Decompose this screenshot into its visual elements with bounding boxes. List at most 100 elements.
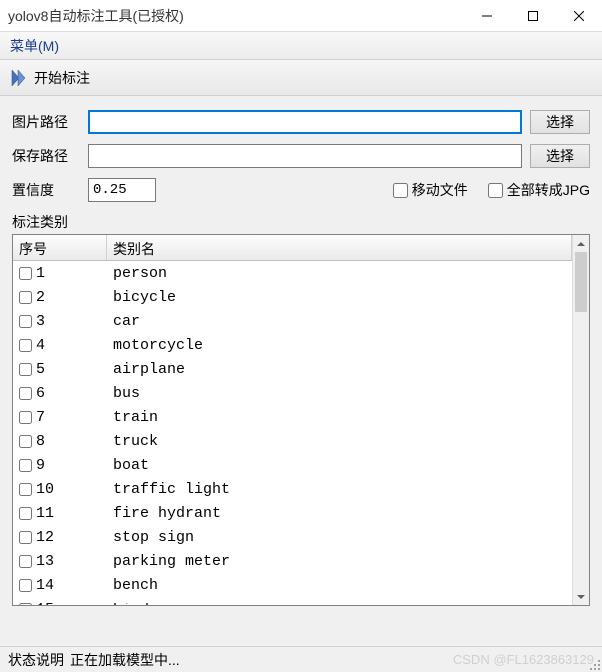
confidence-input[interactable]	[88, 178, 156, 202]
table-row[interactable]: 13 parking meter	[13, 549, 572, 573]
row-checkbox[interactable]	[19, 507, 32, 520]
row-checkbox[interactable]	[19, 483, 32, 496]
save-path-row: 保存路径 选择	[12, 144, 590, 168]
content-area: 图片路径 选择 保存路径 选择 置信度 移动文件 全部转成JPG 标注类别 序号…	[0, 96, 602, 614]
cell-index: 15	[13, 603, 107, 605]
row-checkbox[interactable]	[19, 411, 32, 424]
row-checkbox[interactable]	[19, 315, 32, 328]
row-checkbox[interactable]	[19, 579, 32, 592]
table-row[interactable]: 1person	[13, 261, 572, 285]
cell-name: motorcycle	[107, 337, 572, 354]
cell-index: 4	[13, 337, 107, 354]
convert-jpg-wrap[interactable]: 全部转成JPG	[488, 180, 590, 200]
scrollbar[interactable]	[572, 235, 589, 605]
convert-jpg-checkbox[interactable]	[488, 183, 503, 198]
cell-index: 3	[13, 313, 107, 330]
row-index: 3	[36, 313, 45, 330]
image-path-input[interactable]	[88, 110, 522, 134]
cell-name: boat	[107, 457, 572, 474]
row-index: 15	[36, 603, 54, 605]
window-title: yolov8自动标注工具(已授权)	[8, 6, 464, 26]
table-row[interactable]: 6 bus	[13, 381, 572, 405]
cell-name: car	[107, 313, 572, 330]
header-name[interactable]: 类别名	[107, 235, 572, 260]
status-text: 正在加载模型中...	[70, 650, 180, 670]
table-row[interactable]: 12stop sign	[13, 525, 572, 549]
cell-index: 1	[13, 265, 107, 282]
cell-index: 14	[13, 577, 107, 594]
cell-name: bicycle	[107, 289, 572, 306]
scroll-up-button[interactable]	[573, 235, 589, 252]
menu-main[interactable]: 菜单(M)	[10, 36, 59, 56]
table-row[interactable]: 10traffic light	[13, 477, 572, 501]
row-checkbox[interactable]	[19, 363, 32, 376]
table-row[interactable]: 3 car	[13, 309, 572, 333]
play-icon	[10, 69, 28, 87]
start-labeling-button[interactable]: 开始标注	[34, 68, 90, 88]
menubar: 菜单(M)	[0, 32, 602, 60]
move-files-wrap[interactable]: 移动文件	[393, 180, 468, 200]
cell-name: bird	[107, 603, 572, 605]
cell-name: bench	[107, 577, 572, 594]
cell-name: train	[107, 409, 572, 426]
row-checkbox[interactable]	[19, 531, 32, 544]
row-index: 6	[36, 385, 45, 402]
row-checkbox[interactable]	[19, 339, 32, 352]
table-row[interactable]: 8truck	[13, 429, 572, 453]
row-checkbox[interactable]	[19, 267, 32, 280]
row-index: 13	[36, 553, 54, 570]
header-index[interactable]: 序号	[13, 235, 107, 260]
table-body: 1person2bicycle3car4motorcycle5airplane6…	[13, 261, 572, 605]
save-path-select-button[interactable]: 选择	[530, 144, 590, 168]
save-path-label: 保存路径	[12, 146, 80, 166]
cell-index: 10	[13, 481, 107, 498]
minimize-button[interactable]	[464, 0, 510, 32]
scroll-down-button[interactable]	[573, 588, 589, 605]
toolbar: 开始标注	[0, 60, 602, 96]
cell-name: airplane	[107, 361, 572, 378]
save-path-input[interactable]	[88, 144, 522, 168]
move-files-checkbox[interactable]	[393, 183, 408, 198]
cell-index: 2	[13, 289, 107, 306]
table-row[interactable]: 7train	[13, 405, 572, 429]
cell-index: 6	[13, 385, 107, 402]
row-checkbox[interactable]	[19, 459, 32, 472]
table-row[interactable]: 5 airplane	[13, 357, 572, 381]
maximize-button[interactable]	[510, 0, 556, 32]
cell-name: parking meter	[107, 553, 572, 570]
cell-name: bus	[107, 385, 572, 402]
table-row[interactable]: 9boat	[13, 453, 572, 477]
row-index: 5	[36, 361, 45, 378]
row-index: 1	[36, 265, 45, 282]
convert-jpg-label: 全部转成JPG	[507, 180, 590, 200]
table-row[interactable]: 2bicycle	[13, 285, 572, 309]
titlebar: yolov8自动标注工具(已授权)	[0, 0, 602, 32]
table-row[interactable]: 4motorcycle	[13, 333, 572, 357]
confidence-row: 置信度 移动文件 全部转成JPG	[12, 178, 590, 202]
scroll-thumb[interactable]	[575, 252, 587, 312]
cell-index: 7	[13, 409, 107, 426]
status-label: 状态说明	[8, 650, 64, 670]
cell-index: 5	[13, 361, 107, 378]
cell-name: stop sign	[107, 529, 572, 546]
row-checkbox[interactable]	[19, 603, 32, 605]
row-index: 14	[36, 577, 54, 594]
row-checkbox[interactable]	[19, 555, 32, 568]
row-checkbox[interactable]	[19, 291, 32, 304]
image-path-label: 图片路径	[12, 112, 80, 132]
cell-index: 11	[13, 505, 107, 522]
cell-index: 12	[13, 529, 107, 546]
cell-name: traffic light	[107, 481, 572, 498]
table-row[interactable]: 14 bench	[13, 573, 572, 597]
close-button[interactable]	[556, 0, 602, 32]
watermark: CSDN @FL1623863129	[180, 652, 594, 667]
row-checkbox[interactable]	[19, 387, 32, 400]
image-path-select-button[interactable]: 选择	[530, 110, 590, 134]
confidence-label: 置信度	[12, 180, 80, 200]
table-row[interactable]: 15 bird	[13, 597, 572, 605]
categories-table: 序号 类别名 1person2bicycle3car4motorcycle5ai…	[12, 234, 590, 606]
table-row[interactable]: 11fire hydrant	[13, 501, 572, 525]
row-index: 8	[36, 433, 45, 450]
resize-grip[interactable]	[586, 656, 600, 670]
row-checkbox[interactable]	[19, 435, 32, 448]
